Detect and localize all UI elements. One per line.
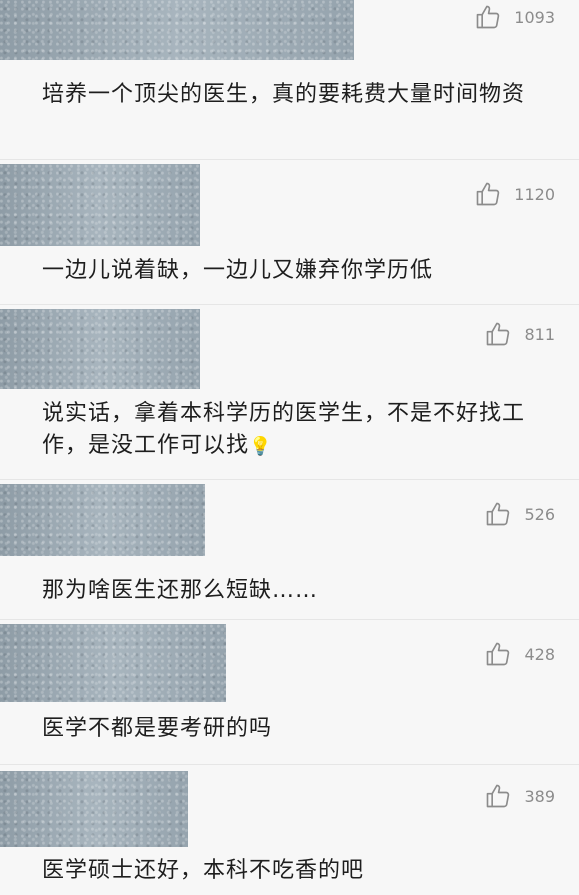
like-count: 1120	[514, 184, 555, 204]
like-button[interactable]: 428	[484, 639, 555, 669]
like-count: 811	[524, 324, 555, 344]
comment-text: 医学不都是要考研的吗	[42, 716, 273, 741]
comment-item: 1093 培养一个顶尖的医生，真的要耗费大量时间物资	[0, 0, 579, 160]
like-count: 389	[524, 786, 555, 806]
like-button[interactable]: 389	[484, 781, 555, 811]
blurred-user-info	[0, 164, 200, 246]
like-button[interactable]: 1093	[474, 2, 555, 32]
like-count: 428	[524, 644, 555, 664]
blurred-user-info	[0, 624, 226, 702]
like-button[interactable]: 526	[484, 499, 555, 529]
comment-text-body: 说实话，拿着本科学历的医学生，不是不好找工作，是没工作可以找	[42, 401, 526, 458]
thumbs-up-icon	[476, 182, 500, 206]
thumbs-up-icon	[487, 502, 510, 526]
comment-item: 811 说实话，拿着本科学历的医学生，不是不好找工作，是没工作可以找💡	[0, 305, 579, 480]
like-count: 1093	[514, 7, 555, 27]
lightbulb-emoji-icon: 💡	[249, 436, 273, 457]
like-count: 526	[524, 504, 555, 524]
thumbs-up-icon	[487, 784, 510, 808]
comment-item: 389 医学硕士还好，本科不吃香的吧	[0, 765, 579, 895]
blurred-user-info	[0, 484, 205, 556]
comment-text: 一边儿说着缺，一边儿又嫌弃你学历低	[42, 258, 434, 283]
comment-feed: 1093 培养一个顶尖的医生，真的要耗费大量时间物资 1120 一边儿说着缺，一…	[0, 0, 579, 895]
comment-text: 说实话，拿着本科学历的医学生，不是不好找工作，是没工作可以找💡	[42, 398, 552, 463]
comment-text: 医学硕士还好，本科不吃香的吧	[42, 858, 365, 883]
thumbs-up-icon	[476, 5, 500, 29]
thumbs-up-icon	[487, 322, 510, 346]
comment-text: 那为啥医生还那么短缺……	[42, 578, 319, 603]
blurred-user-info	[0, 309, 200, 389]
like-button[interactable]: 1120	[474, 179, 555, 209]
comment-item: 1120 一边儿说着缺，一边儿又嫌弃你学历低	[0, 160, 579, 305]
blurred-user-info	[0, 771, 188, 847]
like-button[interactable]: 811	[484, 319, 555, 349]
comment-item: 428 医学不都是要考研的吗	[0, 620, 579, 765]
comment-text: 培养一个顶尖的医生，真的要耗费大量时间物资	[42, 82, 526, 107]
blurred-user-info	[0, 0, 354, 60]
comment-item: 526 那为啥医生还那么短缺……	[0, 480, 579, 620]
thumbs-up-icon	[487, 642, 510, 666]
